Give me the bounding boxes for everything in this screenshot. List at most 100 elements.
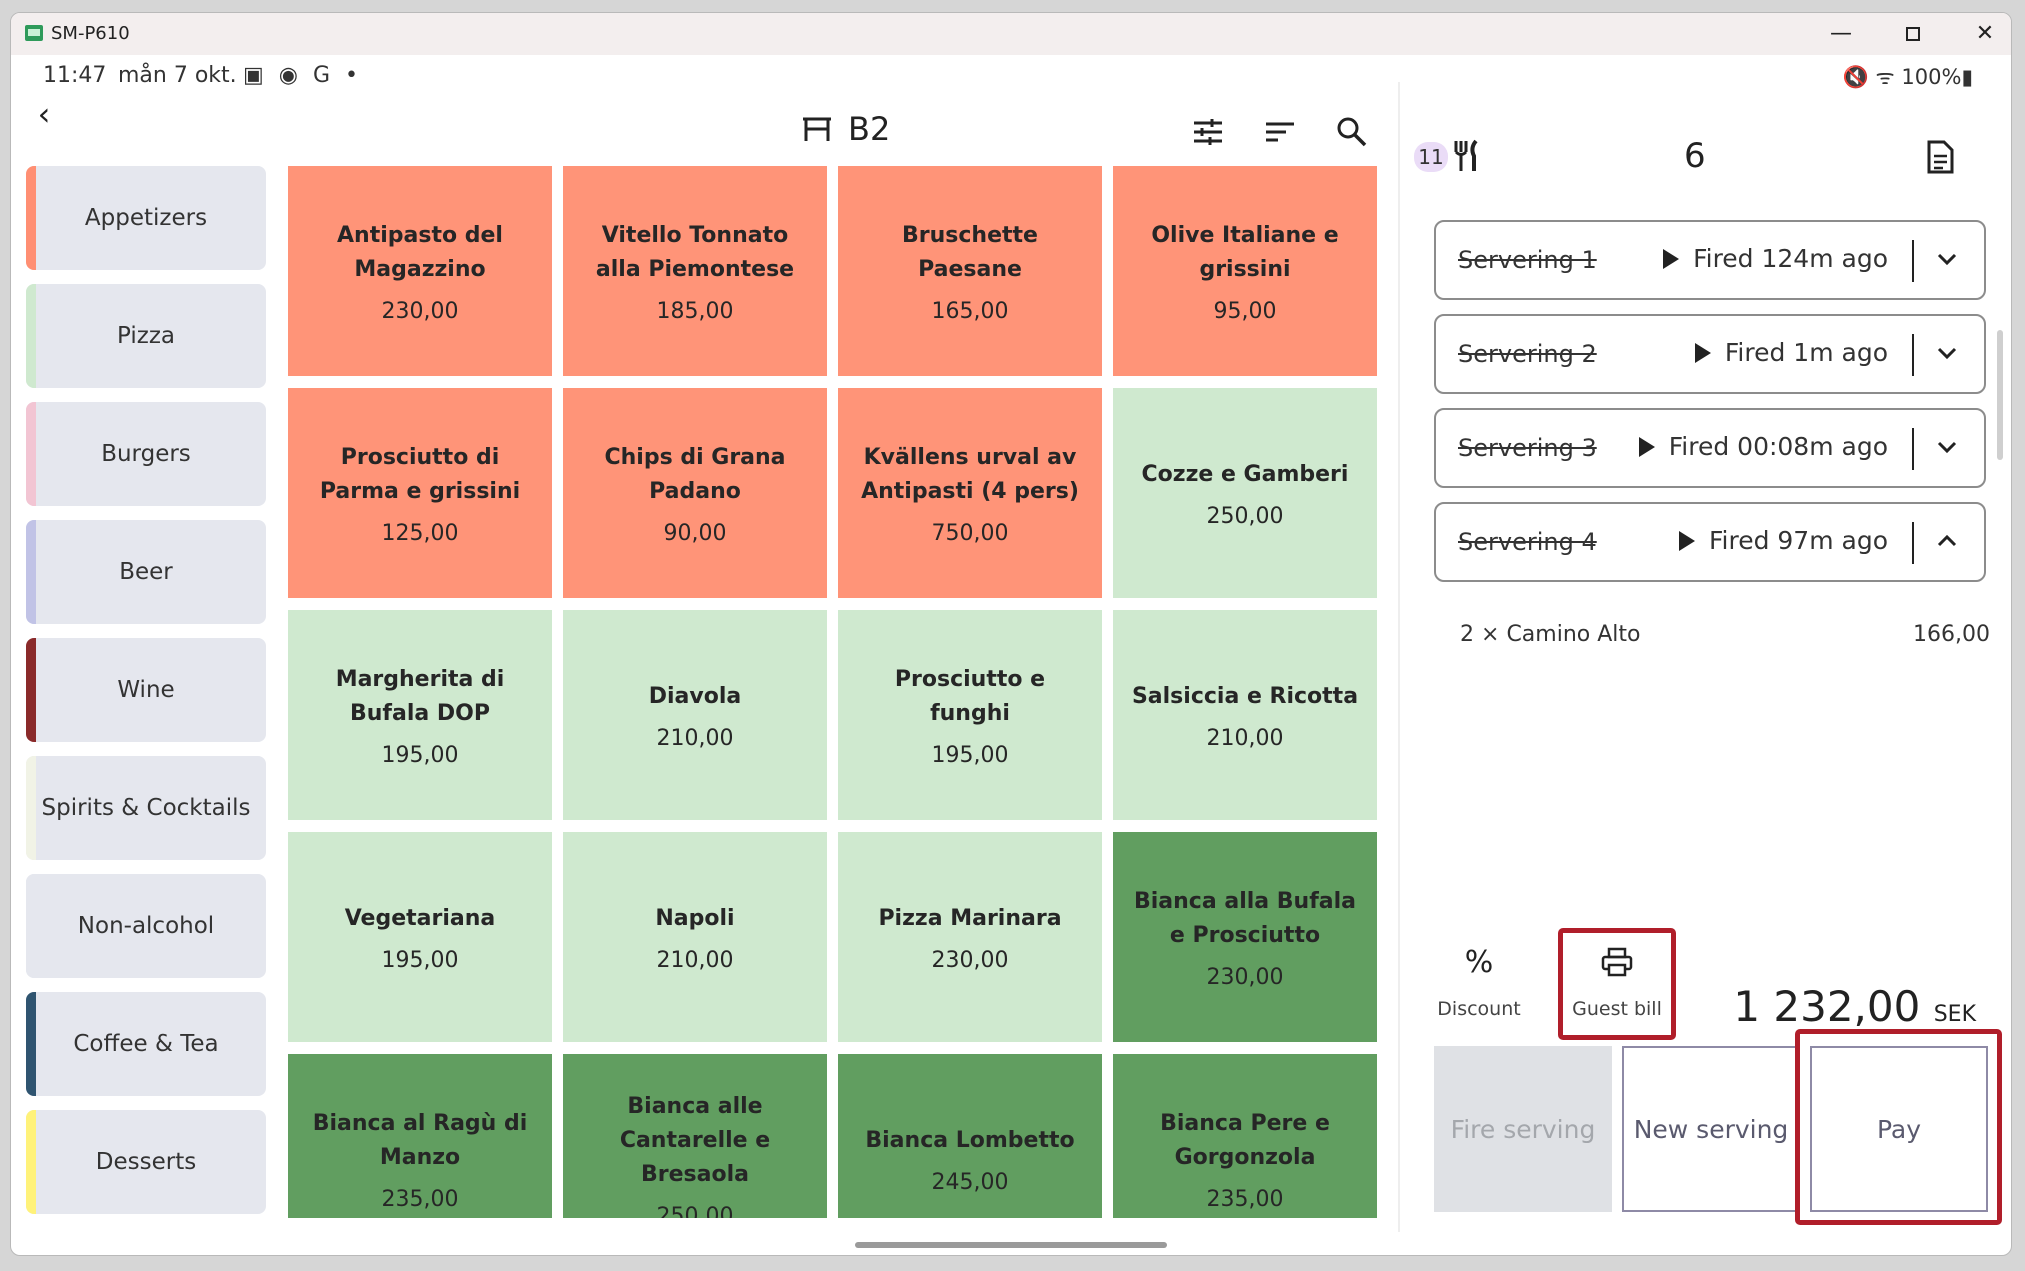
category-color-stripe bbox=[26, 638, 36, 742]
product-grid: Antipasto del Magazzino 230,00 Vitello Ton… bbox=[288, 166, 1388, 1218]
product-tile[interactable]: Margherita di Bufala DOP 195,00 bbox=[288, 610, 552, 820]
serving-row[interactable]: Servering 2 Fired 1m ago bbox=[1434, 314, 1986, 394]
product-name: Napoli bbox=[655, 905, 735, 931]
product-tile[interactable]: Bianca al Ragù di Manzo 235,00 bbox=[288, 1054, 552, 1218]
serving-row[interactable]: Servering 3 Fired 00:08m ago bbox=[1434, 408, 1986, 488]
category-desserts[interactable]: Desserts bbox=[26, 1110, 266, 1214]
product-name: Bianca alla Bufala e Prosciutto bbox=[1133, 888, 1357, 948]
category-coffee-tea[interactable]: Coffee & Tea bbox=[26, 992, 266, 1096]
product-price: 235,00 bbox=[1206, 1186, 1284, 1212]
serving-divider bbox=[1912, 240, 1914, 282]
product-price: 230,00 bbox=[1206, 964, 1284, 990]
product-price: 185,00 bbox=[656, 298, 734, 324]
product-tile[interactable]: Napoli 210,00 bbox=[563, 832, 827, 1042]
chevron-down-icon[interactable] bbox=[1932, 244, 1962, 274]
product-price: 235,00 bbox=[381, 1186, 459, 1212]
new-serving-button[interactable]: New serving bbox=[1622, 1046, 1800, 1212]
serving-status: Fired 124m ago bbox=[1663, 244, 1888, 273]
back-button[interactable]: ‹ bbox=[26, 96, 62, 132]
category-appetizers[interactable]: Appetizers bbox=[26, 166, 266, 270]
product-price: 210,00 bbox=[1206, 725, 1284, 751]
product-tile[interactable]: Prosciutto di Parma e grissini 125,00 bbox=[288, 388, 552, 598]
discount-label: Discount bbox=[1437, 998, 1521, 1020]
product-name: Bianca alle Cantarelle e Bresaola bbox=[619, 1093, 771, 1187]
serving-status: Fired 1m ago bbox=[1694, 338, 1888, 367]
category-color-stripe bbox=[26, 1110, 36, 1214]
product-tile[interactable]: Salsiccia e Ricotta 210,00 bbox=[1113, 610, 1377, 820]
play-icon bbox=[1663, 248, 1680, 269]
product-tile[interactable]: Prosciutto e funghi 195,00 bbox=[838, 610, 1102, 820]
category-wine[interactable]: Wine bbox=[26, 638, 266, 742]
line-item-price: 166,00 bbox=[1913, 622, 1990, 647]
sort-icon[interactable] bbox=[1262, 114, 1298, 150]
product-price: 195,00 bbox=[381, 947, 459, 973]
product-tile[interactable]: Bianca Pere e Gorgonzola 235,00 bbox=[1113, 1054, 1377, 1218]
product-name: Prosciutto di Parma e grissini bbox=[319, 444, 521, 504]
product-tile[interactable]: Bruschette Paesane 165,00 bbox=[838, 166, 1102, 376]
category-beer[interactable]: Beer bbox=[26, 520, 266, 624]
product-name: Vegetariana bbox=[344, 905, 496, 931]
product-price: 95,00 bbox=[1213, 298, 1277, 324]
maximize-button[interactable] bbox=[1891, 19, 1935, 49]
product-tile[interactable]: Cozze e Gamberi 250,00 bbox=[1113, 388, 1377, 598]
product-tile[interactable]: Vitello Tonnato alla Piemontese 185,00 bbox=[563, 166, 827, 376]
product-tile[interactable]: Vegetariana 195,00 bbox=[288, 832, 552, 1042]
product-price: 250,00 bbox=[656, 1203, 734, 1219]
product-tile[interactable]: Diavola 210,00 bbox=[563, 610, 827, 820]
product-name: Olive Italiane e grissini bbox=[1151, 222, 1339, 282]
product-price: 750,00 bbox=[931, 520, 1009, 546]
serving-status-text: Fired 97m ago bbox=[1708, 526, 1888, 555]
product-name: Bruschette Paesane bbox=[902, 222, 1038, 282]
category-burgers[interactable]: Burgers bbox=[26, 402, 266, 506]
play-icon bbox=[1678, 530, 1695, 551]
chevron-up-icon[interactable] bbox=[1932, 526, 1962, 556]
chevron-down-icon[interactable] bbox=[1932, 432, 1962, 462]
fire-serving-button[interactable]: Fire serving bbox=[1434, 1046, 1612, 1212]
product-name: Kvällens urval av Antipasti (4 pers) bbox=[861, 444, 1079, 504]
line-item-text: 2 × Camino Alto bbox=[1460, 622, 1641, 647]
scrollbar[interactable] bbox=[1997, 330, 2003, 460]
serving-status-text: Fired 1m ago bbox=[1724, 338, 1888, 367]
chevron-down-icon[interactable] bbox=[1932, 338, 1962, 368]
play-icon bbox=[1694, 342, 1711, 363]
search-icon[interactable] bbox=[1334, 114, 1370, 150]
receipt-icon[interactable] bbox=[1924, 140, 1956, 174]
cutlery-icon bbox=[1454, 139, 1478, 171]
pay-highlight bbox=[1795, 1029, 2002, 1225]
product-tile[interactable]: Bianca alle Cantarelle e Bresaola 250,00 bbox=[563, 1054, 827, 1218]
serving-row[interactable]: Servering 1 Fired 124m ago bbox=[1434, 220, 1986, 300]
product-tile[interactable]: Chips di Grana Padano 90,00 bbox=[563, 388, 827, 598]
window-title: SM-P610 bbox=[51, 23, 130, 44]
minimize-button[interactable]: — bbox=[1819, 19, 1863, 49]
category-label: Coffee & Tea bbox=[73, 1031, 219, 1057]
product-price: 165,00 bbox=[931, 298, 1009, 324]
table-header: B2 bbox=[800, 104, 890, 154]
category-pizza[interactable]: Pizza bbox=[26, 284, 266, 388]
category-color-stripe bbox=[26, 402, 36, 506]
product-tile[interactable]: Antipasto del Magazzino 230,00 bbox=[288, 166, 552, 376]
product-name: Diavola bbox=[648, 683, 742, 709]
product-tile[interactable]: Pizza Marinara 230,00 bbox=[838, 832, 1102, 1042]
serving-row[interactable]: Servering 4 Fired 97m ago bbox=[1434, 502, 1986, 582]
product-tile[interactable]: Olive Italiane e grissini 95,00 bbox=[1113, 166, 1377, 376]
total-amount: 1 232,00 bbox=[1733, 982, 1921, 1031]
product-name: Margherita di Bufala DOP bbox=[335, 666, 505, 726]
serving-divider bbox=[1912, 428, 1914, 470]
serving-label: Servering 1 bbox=[1458, 246, 1597, 274]
category-spirits-cocktails[interactable]: Spirits & Cocktails bbox=[26, 756, 266, 860]
category-label: Wine bbox=[117, 677, 175, 703]
category-non-alcohol[interactable]: Non-alcohol bbox=[26, 874, 266, 978]
product-tile[interactable]: Bianca alla Bufala e Prosciutto 230,00 bbox=[1113, 832, 1377, 1042]
discount-button[interactable]: % Discount bbox=[1424, 942, 1534, 1021]
serving-label: Servering 3 bbox=[1458, 434, 1597, 462]
category-label: Non-alcohol bbox=[77, 913, 215, 939]
product-tile[interactable]: Kvällens urval av Antipasti (4 pers) 750,… bbox=[838, 388, 1102, 598]
serving-divider bbox=[1912, 334, 1914, 376]
guest-bill-highlight bbox=[1558, 928, 1676, 1040]
product-tile[interactable]: Bianca Lombetto 245,00 bbox=[838, 1054, 1102, 1218]
category-color-stripe bbox=[26, 166, 36, 270]
product-name: Pizza Marinara bbox=[878, 905, 1062, 931]
filter-icon[interactable] bbox=[1190, 114, 1226, 150]
close-button[interactable]: ✕ bbox=[1963, 19, 2007, 49]
home-indicator[interactable] bbox=[855, 1242, 1167, 1248]
